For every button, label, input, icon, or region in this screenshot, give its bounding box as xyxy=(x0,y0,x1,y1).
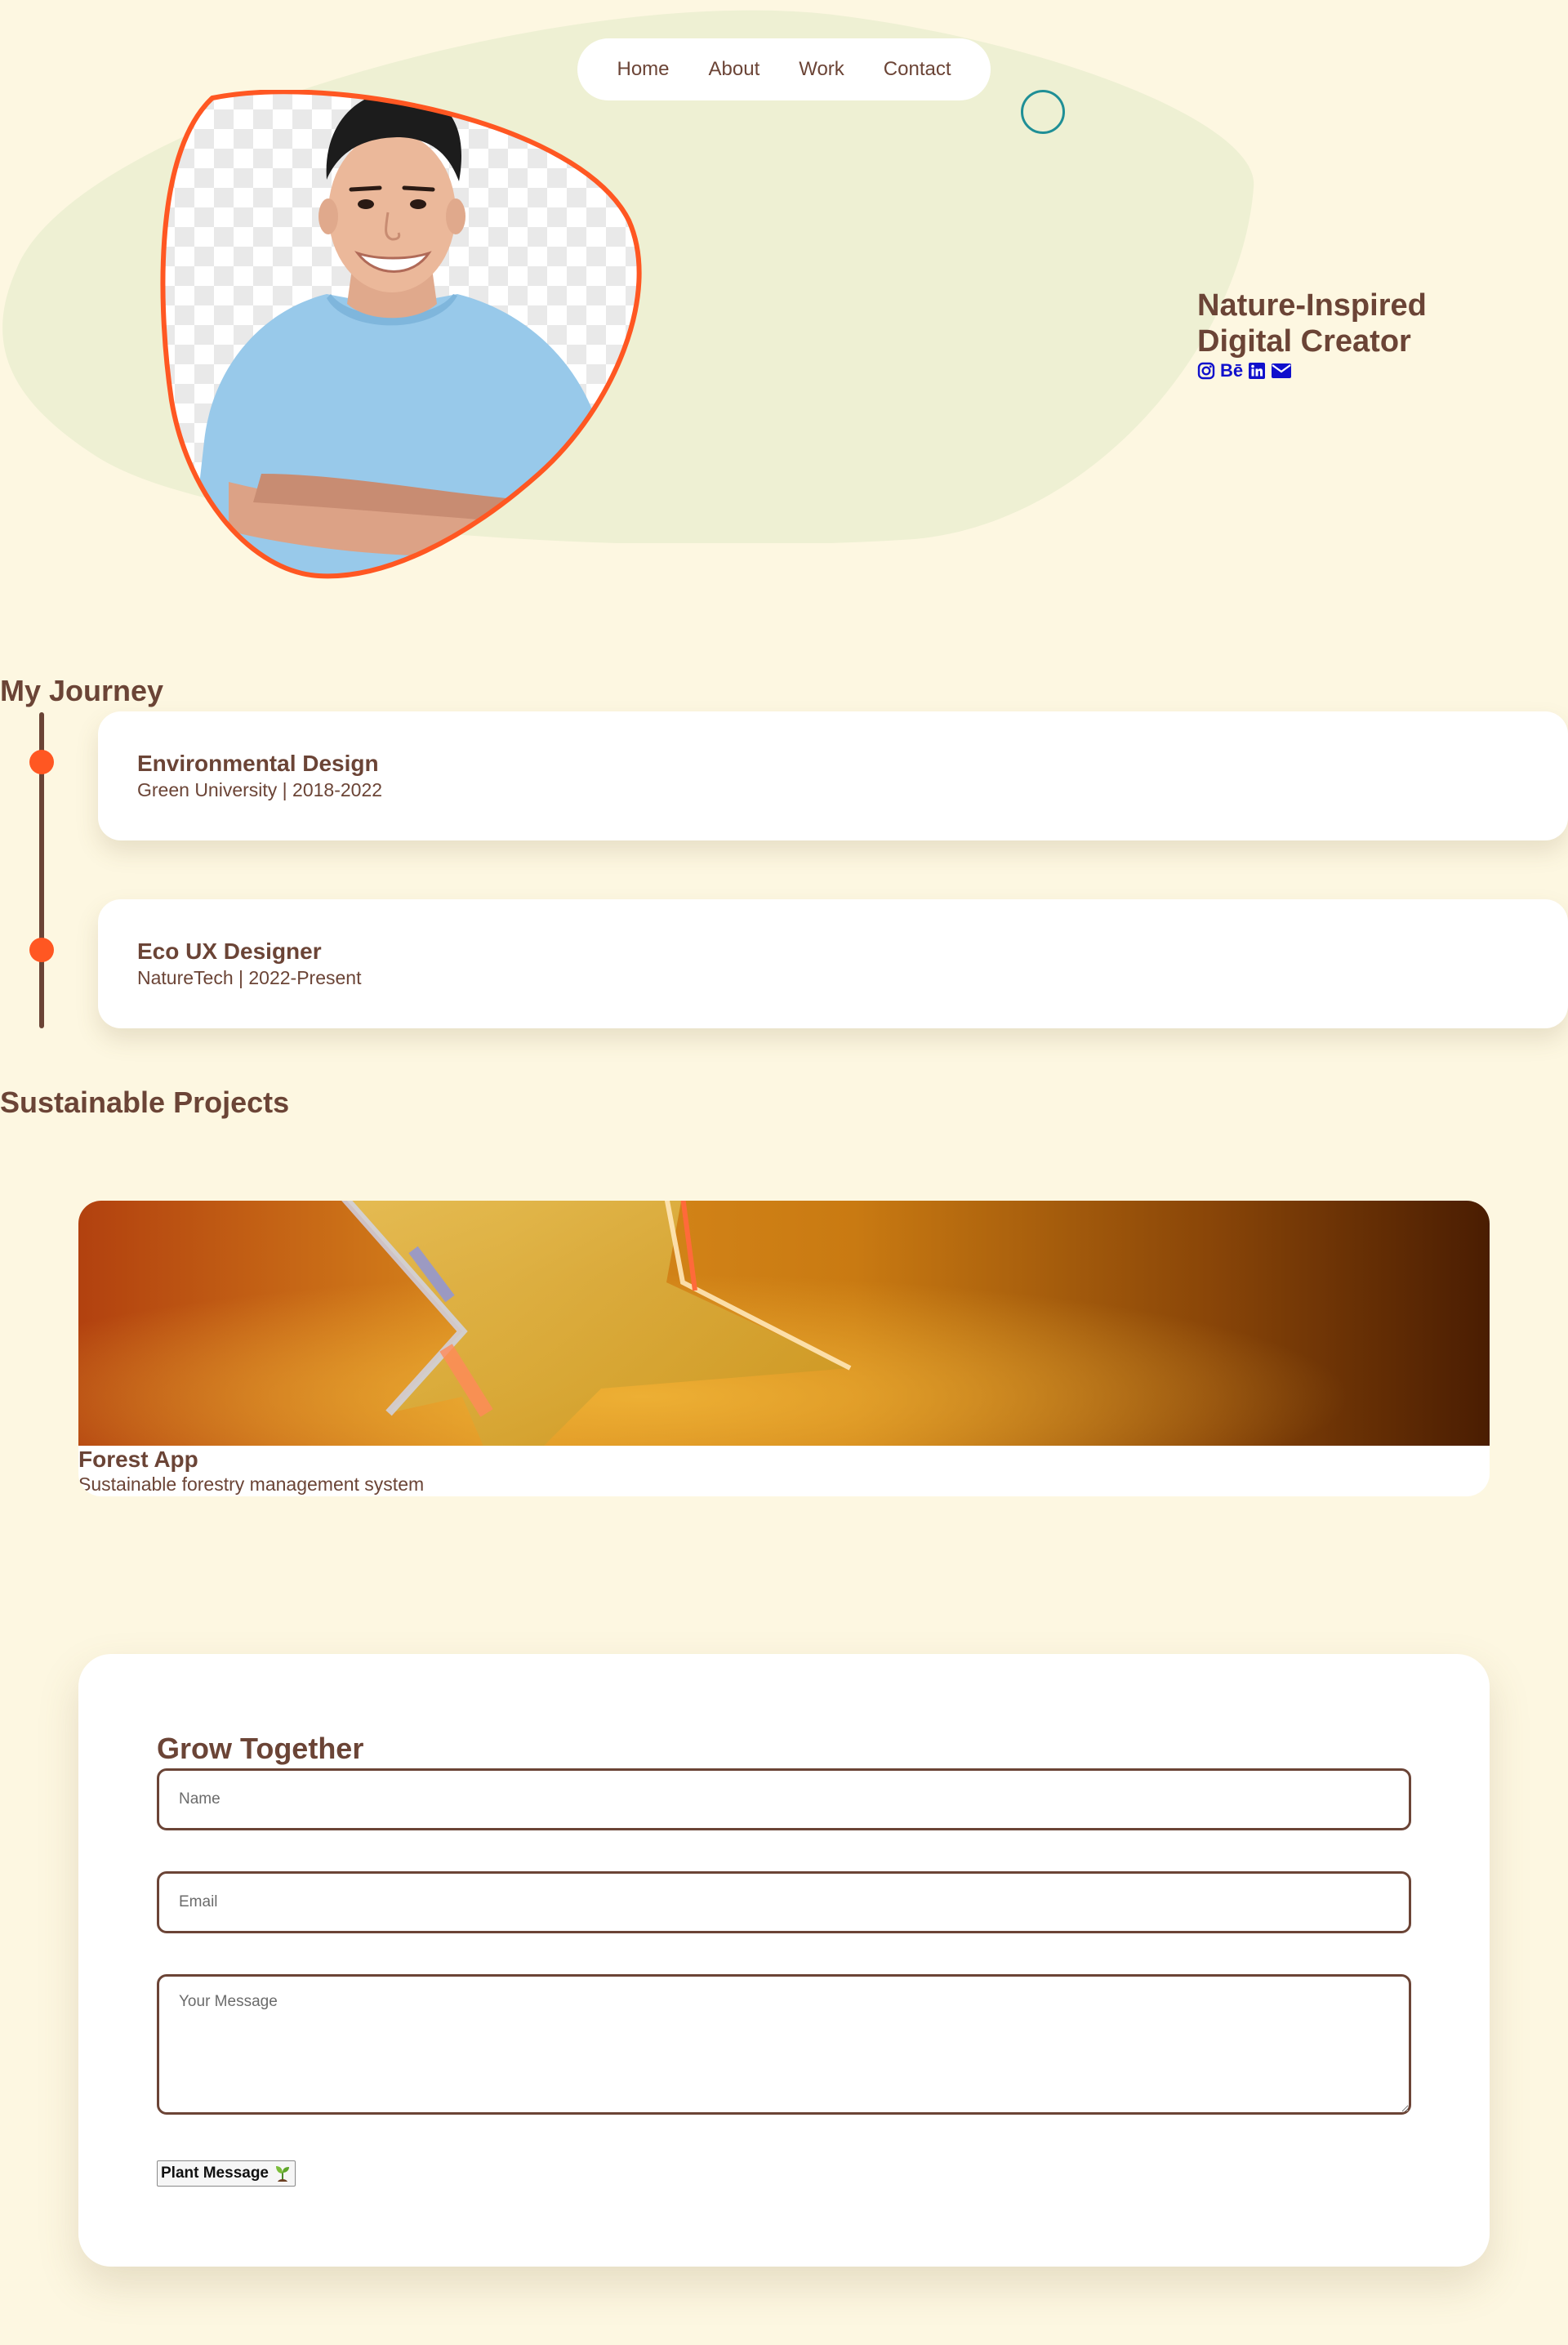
project-description: Sustainable forestry management system xyxy=(78,1473,425,1495)
contact-form: Grow Together Plant Message xyxy=(78,1654,1490,2267)
timeline-meta: NatureTech | 2022-Present xyxy=(137,967,362,988)
timeline-dot xyxy=(29,938,54,962)
project-image xyxy=(78,1201,1490,1446)
timeline-dot xyxy=(29,750,54,774)
behance-icon[interactable]: Bē xyxy=(1220,361,1243,381)
hero-title-line1: Nature-Inspired xyxy=(1197,288,1427,323)
timeline-meta: Green University | 2018-2022 xyxy=(137,779,383,800)
instagram-icon[interactable] xyxy=(1197,362,1215,380)
timeline-role: Environmental Design xyxy=(137,751,379,776)
nav-work[interactable]: Work xyxy=(799,58,844,81)
submit-label: Plant Message xyxy=(161,2164,269,2182)
name-field[interactable] xyxy=(157,1768,1411,1830)
plant-message-button[interactable]: Plant Message xyxy=(157,2160,296,2187)
hero-title: Nature-Inspired Digital Creator xyxy=(1197,288,1427,359)
cursor-ring xyxy=(1021,90,1065,134)
hero-title-line2: Digital Creator xyxy=(1197,324,1411,359)
timeline-card: Eco UX Designer NatureTech | 2022-Presen… xyxy=(98,899,1568,1028)
project-card[interactable]: Forest App Sustainable forestry manageme… xyxy=(78,1201,1490,1496)
nav-contact[interactable]: Contact xyxy=(884,58,951,81)
journey-title: My Journey xyxy=(0,674,164,707)
contact-title: Grow Together xyxy=(157,1732,364,1765)
nav-home[interactable]: Home xyxy=(617,58,669,81)
timeline-role: Eco UX Designer xyxy=(137,938,322,964)
seedling-icon xyxy=(276,2166,289,2182)
social-links: Bē xyxy=(1197,361,1292,381)
timeline-card: Environmental Design Green University | … xyxy=(98,711,1568,840)
email-field[interactable] xyxy=(157,1871,1411,1933)
email-icon[interactable] xyxy=(1271,362,1292,380)
message-field[interactable] xyxy=(157,1974,1411,2115)
projects-title: Sustainable Projects xyxy=(0,1086,290,1119)
project-name: Forest App xyxy=(78,1447,198,1472)
profile-photo xyxy=(160,90,642,579)
nav-about[interactable]: About xyxy=(709,58,760,81)
linkedin-icon[interactable] xyxy=(1248,362,1266,380)
